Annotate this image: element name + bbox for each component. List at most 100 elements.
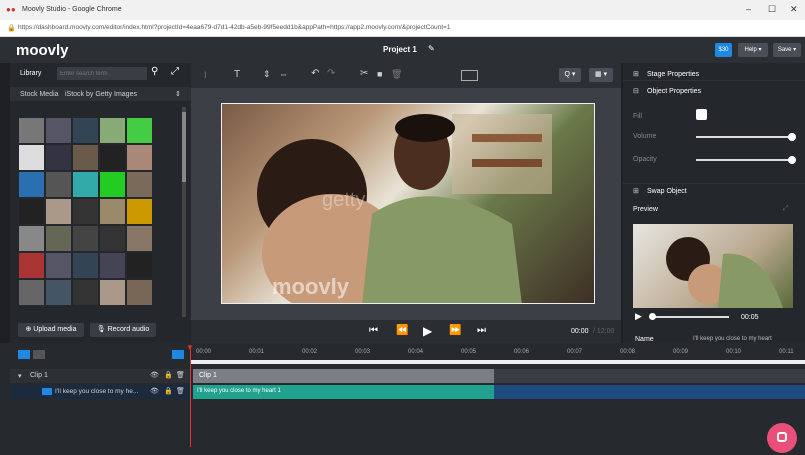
- media-thumbnail[interactable]: [46, 226, 71, 251]
- media-thumbnail[interactable]: [73, 118, 98, 143]
- media-thumbnail[interactable]: [127, 280, 152, 305]
- preview-scrubber[interactable]: [649, 313, 729, 320]
- undo-icon[interactable]: ↶: [311, 68, 319, 79]
- media-thumbnail[interactable]: [19, 226, 44, 251]
- align-vertical-icon[interactable]: ⇕: [263, 69, 271, 80]
- timeline-view-icon[interactable]: [18, 350, 30, 359]
- volume-slider[interactable]: [696, 133, 796, 141]
- maximize-button[interactable]: ☐: [768, 4, 776, 15]
- media-thumbnail[interactable]: [127, 226, 152, 251]
- media-thumbnail[interactable]: [19, 253, 44, 278]
- media-thumbnail[interactable]: [100, 145, 125, 170]
- text-tool-icon[interactable]: T: [234, 69, 240, 80]
- save-button[interactable]: Save ▾: [773, 43, 801, 57]
- media-thumbnail[interactable]: [19, 118, 44, 143]
- media-thumbnail[interactable]: [46, 253, 71, 278]
- address-bar[interactable]: 🔒 https://dashboard.moovly.com/editor/in…: [0, 20, 805, 37]
- trash-icon-2[interactable]: 🗑: [176, 387, 185, 395]
- preview-video[interactable]: [633, 224, 793, 308]
- object-properties-header[interactable]: ⊟ Object Properties: [623, 85, 805, 98]
- scrollbar[interactable]: [182, 107, 186, 317]
- credits-button[interactable]: $30: [715, 43, 732, 57]
- media-thumbnail[interactable]: [46, 199, 71, 224]
- media-thumbnail[interactable]: [73, 199, 98, 224]
- media-thumbnail[interactable]: [73, 280, 98, 305]
- media-thumbnail[interactable]: [19, 199, 44, 224]
- visibility-icon[interactable]: 👁: [150, 371, 159, 379]
- media-thumbnail[interactable]: [46, 172, 71, 197]
- align-horizontal-icon[interactable]: ⇔: [279, 69, 288, 79]
- media-thumbnail[interactable]: [73, 172, 98, 197]
- text-cursor-icon[interactable]: I: [204, 70, 207, 80]
- media-thumbnail[interactable]: [46, 118, 71, 143]
- volume-slider-handle[interactable]: [788, 133, 796, 141]
- clip-bar[interactable]: Clip 1: [193, 369, 494, 383]
- media-thumbnail[interactable]: [100, 172, 125, 197]
- media-thumbnail[interactable]: [100, 118, 125, 143]
- track-row[interactable]: I'll keep you close to my he... 👁 🔒 🗑: [10, 385, 191, 399]
- library-tab[interactable]: Library: [20, 70, 41, 77]
- scrollbar-thumb[interactable]: [182, 112, 186, 182]
- record-audio-button[interactable]: 🎙 Record audio: [90, 323, 156, 337]
- media-thumbnail[interactable]: [19, 280, 44, 305]
- opacity-slider[interactable]: [696, 156, 796, 164]
- lock-icon-row-2[interactable]: 🔒: [164, 387, 173, 395]
- media-thumbnail[interactable]: [127, 199, 152, 224]
- fast-forward-icon[interactable]: ⏩: [449, 325, 461, 336]
- chat-bubble-button[interactable]: [767, 423, 797, 453]
- playhead-marker-icon[interactable]: ▼: [186, 343, 194, 352]
- media-thumbnail[interactable]: [127, 172, 152, 197]
- copy-icon[interactable]: ■: [377, 69, 382, 79]
- media-thumbnail[interactable]: [127, 253, 152, 278]
- cut-icon[interactable]: ✂: [360, 68, 368, 79]
- edit-title-icon[interactable]: ✎: [428, 44, 435, 53]
- video-object[interactable]: getty moovly: [221, 103, 595, 304]
- expand-preview-icon[interactable]: ⤢: [783, 205, 789, 213]
- media-thumbnail[interactable]: [127, 118, 152, 143]
- media-thumbnail[interactable]: [100, 280, 125, 305]
- search-icon[interactable]: ⚲: [151, 66, 158, 77]
- media-thumbnail[interactable]: [19, 172, 44, 197]
- media-thumbnail[interactable]: [100, 199, 125, 224]
- opacity-slider-handle[interactable]: [788, 156, 796, 164]
- mask-icon[interactable]: [461, 70, 478, 81]
- source-label[interactable]: Stock Media: [20, 91, 59, 98]
- list-view-icon[interactable]: [33, 350, 45, 359]
- media-thumbnail[interactable]: [100, 226, 125, 251]
- project-title[interactable]: Project 1: [383, 45, 417, 54]
- media-thumbnail[interactable]: [46, 145, 71, 170]
- lock-icon-row[interactable]: 🔒: [164, 371, 173, 379]
- clip-row[interactable]: ▾ Clip 1 👁 🔒 🗑: [10, 369, 191, 383]
- breadcrumb[interactable]: iStock by Getty Images: [65, 91, 137, 98]
- stage-properties-header[interactable]: ⊞ Stage Properties: [623, 68, 805, 81]
- media-thumbnail[interactable]: [127, 145, 152, 170]
- skip-end-icon[interactable]: ⏭: [477, 325, 486, 336]
- media-thumbnail[interactable]: [73, 145, 98, 170]
- video-track-bar[interactable]: I'll keep you close to my heart 1: [193, 385, 494, 399]
- collapse-icon[interactable]: ▾: [18, 372, 22, 380]
- name-value[interactable]: I'll keep you close to my heart: [693, 336, 772, 342]
- zoom-timeline-icon[interactable]: [172, 350, 184, 359]
- grid-button[interactable]: ▦ ▾: [589, 68, 613, 82]
- playhead[interactable]: [190, 347, 191, 447]
- trash-icon[interactable]: 🗑: [176, 371, 185, 379]
- timeline-scrollbar[interactable]: [191, 360, 805, 364]
- rewind-icon[interactable]: ⏪: [396, 325, 408, 336]
- play-icon[interactable]: ▶: [423, 324, 432, 338]
- media-thumbnail[interactable]: [100, 253, 125, 278]
- skip-start-icon[interactable]: ⏮: [369, 325, 378, 336]
- media-thumbnail[interactable]: [46, 280, 71, 305]
- preview-scrubber-handle[interactable]: [649, 313, 656, 320]
- preview-play-icon[interactable]: ▶: [635, 311, 642, 322]
- moovly-logo[interactable]: moovly: [16, 42, 69, 59]
- fill-color-swatch[interactable]: [696, 109, 707, 120]
- visibility-icon-2[interactable]: 👁: [150, 387, 159, 395]
- media-thumbnail[interactable]: [73, 226, 98, 251]
- timeline-ruler[interactable]: 00:00 00:01 00:02 00:03 00:04 00:05 00:06 00:07…: [191, 349, 805, 359]
- close-button[interactable]: ✕: [790, 4, 798, 15]
- expand-icon[interactable]: ⤢: [171, 66, 179, 77]
- zoom-button[interactable]: Q ▾: [559, 68, 581, 82]
- minimize-button[interactable]: –: [746, 4, 751, 14]
- swap-object-header[interactable]: ⊞ Swap Object: [623, 183, 805, 196]
- redo-icon[interactable]: ↷: [327, 68, 335, 79]
